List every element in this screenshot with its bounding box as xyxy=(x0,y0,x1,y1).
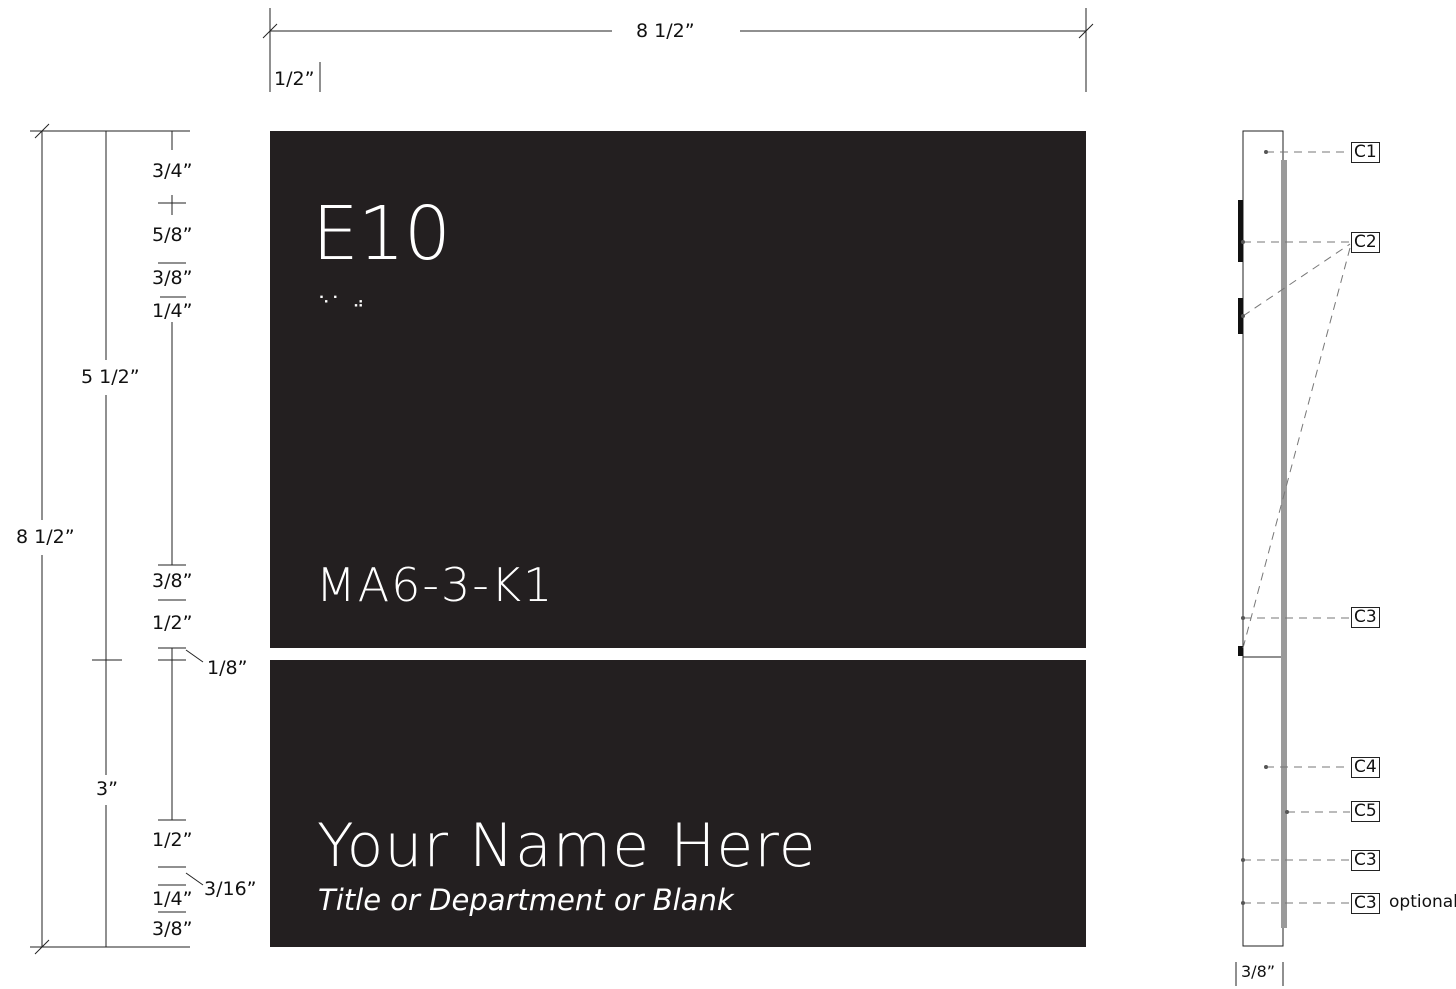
room-code: MA6-3-K1 xyxy=(316,558,555,612)
braille-text: ⠑⠁ ⠴ xyxy=(318,293,367,312)
callout-c1: C1 xyxy=(1351,142,1380,163)
room-number: E10 xyxy=(312,191,451,277)
overall-width-label: 8 1/2” xyxy=(636,20,695,42)
stack-dim-7: 1/8” xyxy=(207,657,248,679)
depth-label: 3/8” xyxy=(1241,962,1276,981)
upper-panel-height-label: 5 1/2” xyxy=(79,366,142,388)
callout-c5: C5 xyxy=(1351,801,1380,822)
margin-label: 1/2” xyxy=(274,68,315,90)
stack-dim-5: 3/8” xyxy=(152,570,193,592)
callout-c4: C4 xyxy=(1351,757,1380,778)
callout-c3-upper: C3 xyxy=(1351,607,1380,628)
stack-dim-11: 3/8” xyxy=(152,918,193,940)
lower-panel-height-label: 3” xyxy=(94,778,120,800)
name-text: Your Name Here xyxy=(317,811,817,881)
overall-height-label: 8 1/2” xyxy=(14,526,77,548)
stack-dim-2: 5/8” xyxy=(152,224,193,246)
callout-c3-lower: C3 xyxy=(1351,893,1380,914)
stack-dim-3: 3/8” xyxy=(152,267,193,289)
title-text: Title or Department or Blank xyxy=(318,883,734,917)
callout-c2: C2 xyxy=(1351,232,1380,253)
stack-dim-8: 1/2” xyxy=(152,829,193,851)
stack-dim-4: 1/4” xyxy=(152,300,193,322)
stack-dim-1: 3/4” xyxy=(152,160,193,182)
stack-dim-6: 1/2” xyxy=(152,612,193,634)
callout-c3-middle: C3 xyxy=(1351,850,1380,871)
optional-note: optional xyxy=(1389,893,1456,912)
stack-dim-9: 3/16” xyxy=(204,878,257,900)
stack-dim-10: 1/4” xyxy=(152,888,193,910)
